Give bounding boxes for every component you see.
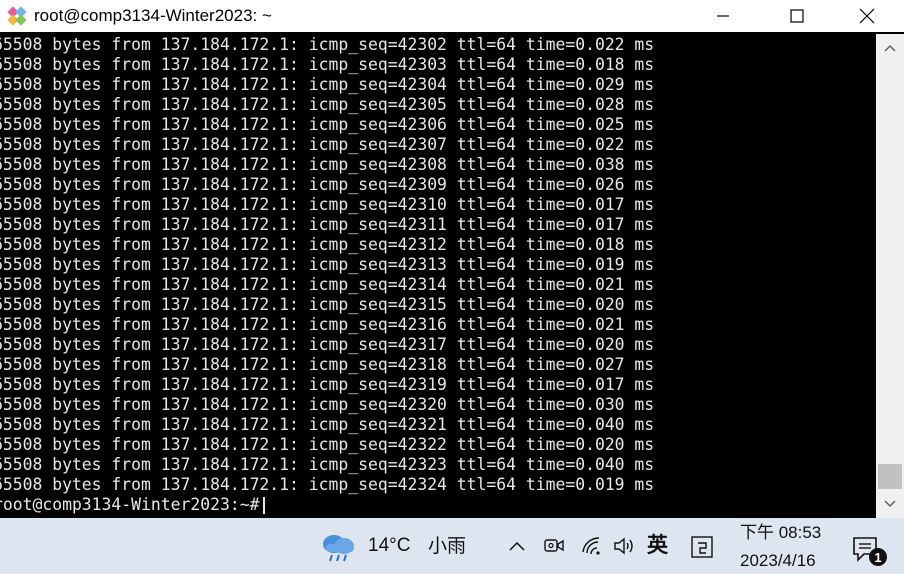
text-cursor [263, 496, 265, 514]
shell-prompt-line[interactable]: root@comp3134-Winter2023:~# [0, 495, 654, 515]
vertical-scrollbar[interactable] [876, 34, 904, 518]
chevron-up-icon [884, 44, 896, 52]
speaker-icon[interactable] [612, 534, 638, 558]
window-title: root@comp3134-Winter2023: ~ [34, 6, 272, 25]
terminal-line: 65508 bytes from 137.184.172.1: icmp_seq… [0, 135, 655, 154]
terminal-line: 65508 bytes from 137.184.172.1: icmp_seq… [0, 375, 655, 394]
show-hidden-icons-button[interactable] [506, 534, 528, 558]
terminal-line: 65508 bytes from 137.184.172.1: icmp_seq… [0, 75, 655, 94]
chevron-up-icon [509, 541, 525, 551]
terminal-line: 65508 bytes from 137.184.172.1: icmp_seq… [0, 195, 655, 214]
minimize-icon [717, 15, 729, 17]
terminal-line: 65508 bytes from 137.184.172.1: icmp_seq… [0, 435, 655, 454]
title-bar[interactable]: root@comp3134-Winter2023: ~ [0, 0, 904, 32]
close-button[interactable] [844, 0, 890, 32]
maximize-button[interactable] [774, 0, 820, 32]
cloud-rain-icon[interactable] [318, 530, 358, 564]
scroll-thumb[interactable] [878, 464, 902, 489]
terminal-lines: 65508 bytes from 137.184.172.1: icmp_seq… [0, 35, 654, 515]
meet-now-icon[interactable] [542, 534, 566, 558]
terminal-line: 65508 bytes from 137.184.172.1: icmp_seq… [0, 455, 655, 474]
terminal-line: 65508 bytes from 137.184.172.1: icmp_seq… [0, 95, 655, 114]
terminal-output[interactable]: 65508 bytes from 137.184.172.1: icmp_seq… [0, 34, 876, 518]
terminal-line: 65508 bytes from 137.184.172.1: icmp_seq… [0, 235, 655, 254]
close-icon [859, 8, 875, 24]
weather-description[interactable]: 小雨 [428, 534, 466, 558]
minimize-button[interactable] [700, 0, 746, 32]
shell-prompt: root@comp3134-Winter2023:~# [0, 495, 260, 514]
maximize-icon [790, 9, 804, 23]
clock-date[interactable]: 2023/4/16 [740, 550, 816, 572]
notification-center-icon[interactable]: 1 [850, 532, 890, 568]
terminal-line: 65508 bytes from 137.184.172.1: icmp_seq… [0, 475, 655, 494]
terminal-line: 65508 bytes from 137.184.172.1: icmp_seq… [0, 155, 655, 174]
clock-time[interactable]: 下午 08:53 [740, 522, 821, 544]
terminal-line: 65508 bytes from 137.184.172.1: icmp_seq… [0, 395, 655, 414]
terminal-line: 65508 bytes from 137.184.172.1: icmp_seq… [0, 275, 655, 294]
terminal-line: 65508 bytes from 137.184.172.1: icmp_seq… [0, 35, 655, 54]
terminal-line: 65508 bytes from 137.184.172.1: icmp_seq… [0, 335, 655, 354]
terminal-line: 65508 bytes from 137.184.172.1: icmp_seq… [0, 115, 655, 134]
scroll-up-button[interactable] [876, 34, 904, 62]
taskbar: 14°C 小雨 英 下午 08:53 2023/4/16 1 [0, 518, 904, 574]
notification-count: 1 [874, 550, 881, 565]
terminal-line: 65508 bytes from 137.184.172.1: icmp_seq… [0, 295, 655, 314]
terminal-line: 65508 bytes from 137.184.172.1: icmp_seq… [0, 355, 655, 374]
weather-temperature[interactable]: 14°C [368, 534, 410, 558]
terminal-line: 65508 bytes from 137.184.172.1: icmp_seq… [0, 215, 655, 234]
terminal-line: 65508 bytes from 137.184.172.1: icmp_seq… [0, 175, 655, 194]
chevron-down-icon [884, 500, 896, 508]
ime-mode-icon[interactable] [690, 535, 714, 559]
scroll-down-button[interactable] [876, 490, 904, 518]
terminal-line: 65508 bytes from 137.184.172.1: icmp_seq… [0, 415, 655, 434]
terminal-line: 65508 bytes from 137.184.172.1: icmp_seq… [0, 315, 655, 334]
terminal-line: 65508 bytes from 137.184.172.1: icmp_seq… [0, 55, 655, 74]
terminal-line: 65508 bytes from 137.184.172.1: icmp_seq… [0, 255, 655, 274]
input-language-indicator[interactable]: 英 [647, 532, 668, 558]
wifi-icon[interactable] [580, 534, 604, 558]
putty-icon [6, 5, 28, 27]
